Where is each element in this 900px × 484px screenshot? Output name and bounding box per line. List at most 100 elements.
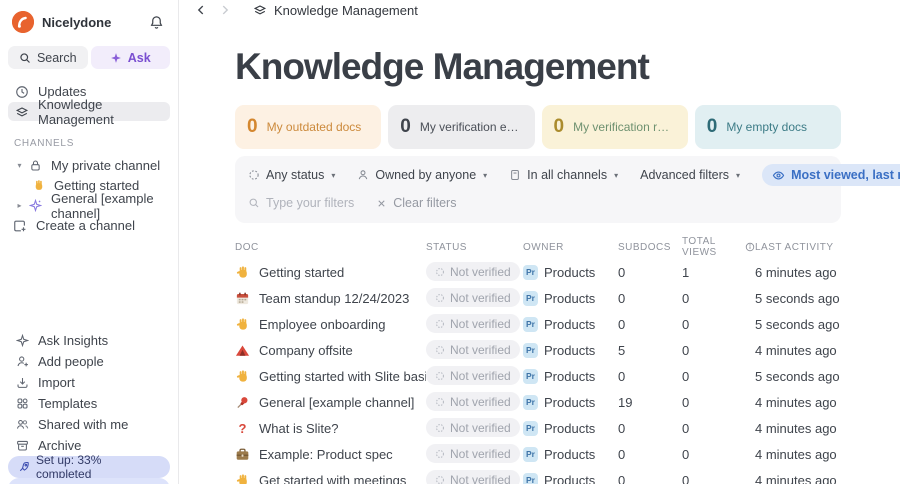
status-cell[interactable]: Not verified: [426, 366, 523, 386]
owner-cell[interactable]: Pr Products: [523, 394, 618, 410]
sidebar-item-ask-insights[interactable]: Ask Insights: [8, 330, 170, 350]
advanced-filters-dropdown[interactable]: Advanced filters ▾: [640, 168, 740, 182]
last-activity: 4 minutes ago: [755, 472, 837, 484]
status-cell[interactable]: Not verified: [426, 470, 523, 484]
sidebar-item-knowledge-management[interactable]: Knowledge Management: [8, 97, 170, 127]
col-header-label: TOTAL VIEWS: [682, 236, 717, 258]
subdocs-count: 0: [618, 290, 626, 306]
sidebar-item-templates[interactable]: Templates: [8, 393, 170, 413]
notifications-bell-icon[interactable]: [146, 12, 166, 32]
col-header-last-activity[interactable]: LAST ACTIVITY: [755, 242, 841, 253]
sidebar-item-import[interactable]: Import: [8, 372, 170, 392]
status-badge: Not verified: [426, 470, 520, 484]
ask-button[interactable]: Ask: [90, 46, 170, 69]
info-icon[interactable]: [745, 242, 755, 252]
sidebar-item-shared-with-me[interactable]: Shared with me: [8, 414, 170, 434]
col-header-subdocs[interactable]: SUBDOCS: [618, 242, 682, 253]
table-row[interactable]: Example: Product spec Not verified Pr Pr…: [235, 441, 841, 467]
filter-row-bottom: Type your filters Clear filters: [248, 193, 828, 213]
last-activity: 5 seconds ago: [755, 290, 840, 306]
owner-cell[interactable]: Pr Products: [523, 446, 618, 462]
forward-chevron-icon[interactable]: [215, 0, 235, 20]
col-header-status[interactable]: STATUS: [426, 242, 523, 253]
table-row[interactable]: Team standup 12/24/2023 Not verified Pr …: [235, 285, 841, 311]
status-label: Not verified: [450, 264, 511, 279]
doc-cell[interactable]: ? What is Slite?: [235, 421, 426, 436]
status-cell[interactable]: Not verified: [426, 340, 523, 360]
status-cell[interactable]: Not verified: [426, 418, 523, 438]
channels-filter-dropdown[interactable]: In all channels ▾: [509, 168, 618, 182]
col-header-owner[interactable]: OWNER: [523, 242, 618, 253]
table-row[interactable]: Getting started Not verified Pr Products…: [235, 259, 841, 285]
setup-progress-label: Set up: 33% completed: [36, 453, 102, 481]
status-cell[interactable]: Not verified: [426, 444, 523, 464]
status-cell[interactable]: Not verified: [426, 392, 523, 412]
owner-avatar: Pr: [523, 420, 538, 436]
stat-card[interactable]: 0 My empty docs: [694, 105, 841, 149]
owner-cell[interactable]: Pr Products: [523, 264, 618, 280]
table-row[interactable]: Getting started with Slite basics Not ve…: [235, 363, 841, 389]
workspace-name[interactable]: Nicelydone: [42, 15, 146, 30]
type-filters-input[interactable]: Type your filters: [248, 196, 354, 210]
owner-cell[interactable]: Pr Products: [523, 472, 618, 484]
subdocs-count: 0: [618, 472, 626, 484]
doc-cell[interactable]: Getting started: [235, 265, 426, 280]
stat-card[interactable]: 0 My outdated docs: [235, 105, 382, 149]
doc-cell[interactable]: Team standup 12/24/2023: [235, 291, 426, 306]
owner-cell[interactable]: Pr Products: [523, 342, 618, 358]
workspace-logo[interactable]: [12, 11, 34, 33]
bottom-banner-partial[interactable]: [8, 478, 170, 484]
back-chevron-icon[interactable]: [191, 0, 211, 20]
lock-icon: [27, 159, 43, 172]
briefcase-icon: [235, 447, 250, 462]
table-row[interactable]: ? What is Slite? Not verified Pr Product…: [235, 415, 841, 441]
subdocs-count: 0: [618, 446, 626, 462]
table-row[interactable]: Get started with meetings Not verified P…: [235, 467, 841, 484]
sidebar-item-add-people[interactable]: Add people: [8, 351, 170, 371]
doc-cell[interactable]: Company offsite: [235, 343, 426, 358]
owner-cell[interactable]: Pr Products: [523, 368, 618, 384]
stat-label: My verification expired docs: [419, 120, 523, 134]
channels-header: CHANNELS: [14, 138, 75, 149]
chevron-right-icon[interactable]: ▸: [14, 201, 25, 210]
view-filter-dropdown[interactable]: Most viewed, last month ▾: [762, 164, 900, 186]
doc-cell[interactable]: General [example channel]: [235, 395, 426, 410]
sparkle-star-icon: [27, 199, 43, 212]
doc-cell[interactable]: Getting started with Slite basics: [235, 369, 426, 384]
col-header-total-views[interactable]: TOTAL VIEWS: [682, 236, 755, 258]
status-cell[interactable]: Not verified: [426, 314, 523, 334]
status-label: Not verified: [450, 420, 511, 435]
sidebar-item-archive[interactable]: Archive: [8, 435, 170, 455]
breadcrumb[interactable]: Knowledge Management: [253, 3, 418, 18]
owner-cell[interactable]: Pr Products: [523, 316, 618, 332]
chevron-down-icon: ▾: [331, 170, 336, 180]
owner-cell[interactable]: Pr Products: [523, 420, 618, 436]
search-button[interactable]: Search: [8, 46, 88, 69]
channel-my-private-channel[interactable]: ▾ My private channel: [8, 156, 170, 175]
advanced-filters-label: Advanced filters: [640, 168, 730, 182]
docs-table: DOC STATUS OWNER SUBDOCS TOTAL VIEWS LAS…: [235, 236, 841, 484]
doc-cell[interactable]: Example: Product spec: [235, 447, 426, 462]
setup-progress-banner[interactable]: Set up: 33% completed: [8, 453, 170, 481]
status-cell[interactable]: Not verified: [426, 262, 523, 282]
col-header-doc[interactable]: DOC: [235, 242, 426, 253]
table-row[interactable]: Company offsite Not verified Pr Products…: [235, 337, 841, 363]
stat-card[interactable]: 0 My verification requested docs: [541, 105, 688, 149]
chevron-down-icon[interactable]: ▾: [14, 161, 25, 170]
status-cell[interactable]: Not verified: [426, 288, 523, 308]
app-window: Nicelydone Search Ask Updates Knowledge …: [0, 0, 900, 484]
question-icon: ?: [238, 420, 247, 436]
table-row[interactable]: Employee onboarding Not verified Pr Prod…: [235, 311, 841, 337]
doc-cell[interactable]: Employee onboarding: [235, 317, 426, 332]
doc-title: Getting started with Slite basics: [259, 368, 426, 384]
subdocs-count: 0: [618, 316, 626, 332]
clear-filters-button[interactable]: Clear filters: [376, 196, 456, 210]
table-row[interactable]: General [example channel] Not verified P…: [235, 389, 841, 415]
status-filter-dropdown[interactable]: Any status ▾: [248, 168, 335, 182]
owner-filter-dropdown[interactable]: Owned by anyone ▾: [357, 168, 487, 182]
doc-cell[interactable]: Get started with meetings: [235, 473, 426, 484]
channel-general-example[interactable]: ▸ General [example channel]: [8, 191, 170, 221]
owner-cell[interactable]: Pr Products: [523, 290, 618, 306]
stat-card[interactable]: 0 My verification expired docs: [388, 105, 535, 149]
breadcrumb-label: Knowledge Management: [274, 2, 418, 18]
